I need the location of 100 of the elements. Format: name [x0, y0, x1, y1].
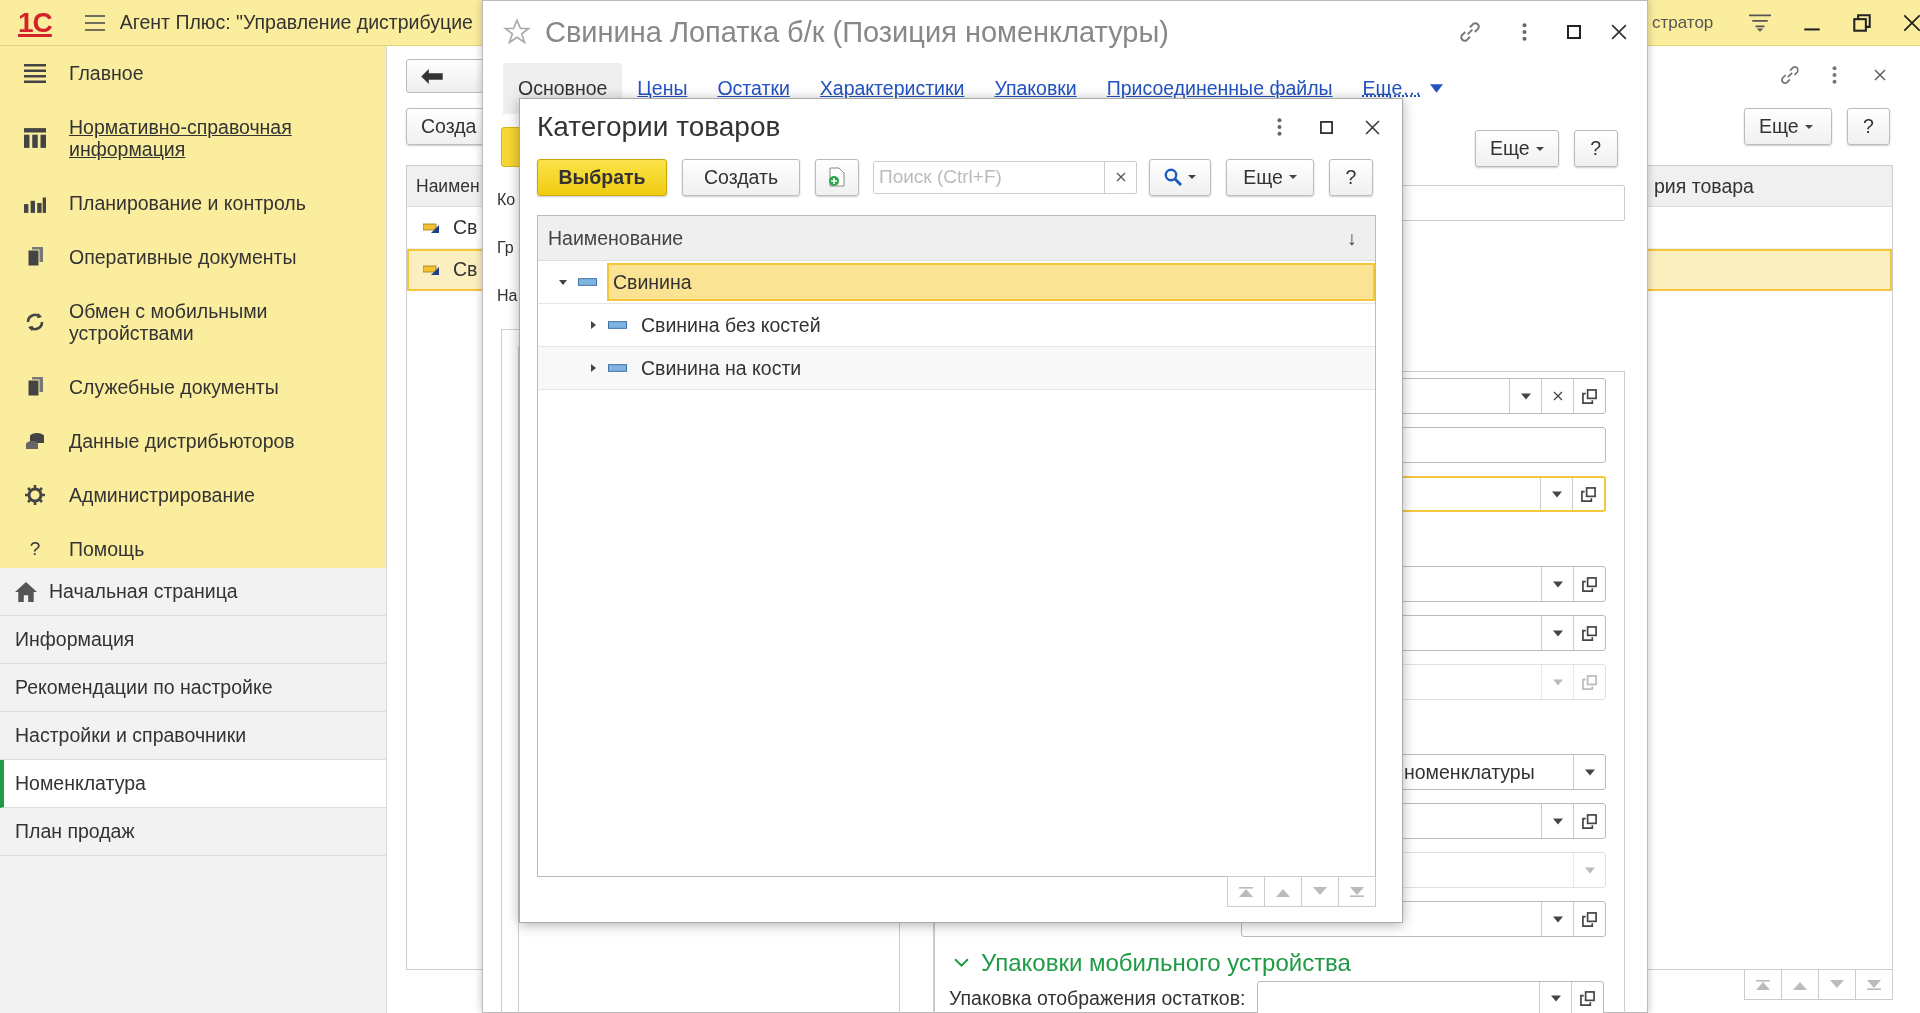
home-icon: [15, 581, 37, 602]
create-button[interactable]: Создать: [682, 158, 800, 196]
nav-item[interactable]: План продаж: [0, 808, 386, 856]
maximize-icon[interactable]: [1567, 25, 1581, 39]
search-field[interactable]: Поиск (Ctrl+F): [873, 160, 1137, 194]
nav-item[interactable]: Информация: [0, 616, 386, 664]
restore-icon[interactable]: [1853, 14, 1872, 32]
menu-icon: [24, 63, 46, 83]
down-arrow-icon: [1830, 979, 1844, 990]
up-arrow-icon: [1239, 886, 1253, 897]
caret-icon: [1552, 629, 1563, 637]
open-window-icon: [1582, 911, 1597, 927]
settings-icon: [24, 485, 46, 505]
tree-cell: Свинина: [607, 263, 1375, 301]
open-window-icon: [1582, 625, 1597, 641]
close-icon[interactable]: [1365, 119, 1380, 135]
add-document-icon: [828, 167, 846, 187]
open-window-icon: [1582, 388, 1597, 404]
link-icon[interactable]: [1458, 20, 1482, 44]
star-icon[interactable]: [503, 18, 531, 46]
app-logo: 1С: [18, 6, 52, 39]
more-button[interactable]: Еще: [1744, 108, 1832, 145]
section-item[interactable]: Администрирование: [0, 468, 386, 522]
section-item[interactable]: Планирование и контроль: [0, 176, 386, 230]
nav-item[interactable]: Начальная страница: [0, 568, 386, 616]
close-icon: [1115, 172, 1126, 182]
open-window-icon: [1581, 486, 1596, 502]
tree-cell-text: Свинина без костей: [640, 312, 822, 338]
open-window-icon: [1580, 990, 1596, 1006]
open-window-icon: [1582, 813, 1597, 829]
caret-icon: [1520, 392, 1531, 400]
nav-item[interactable]: Рекомендации по настройке: [0, 664, 386, 712]
down-arrow-icon: [1867, 979, 1881, 990]
caret-icon: [1551, 490, 1562, 498]
select-button[interactable]: Выбрать: [537, 158, 667, 196]
more-icon[interactable]: [1832, 66, 1837, 84]
caret-icon[interactable]: [1429, 83, 1443, 93]
group-icon: [578, 278, 597, 286]
open-window-icon: [1582, 674, 1597, 690]
dropdown-field[interactable]: [1257, 981, 1605, 1013]
sync-icon: [24, 312, 46, 332]
field-label: Гр: [497, 239, 515, 257]
help-button[interactable]: ?: [1329, 158, 1373, 196]
menu-icon[interactable]: [83, 14, 106, 31]
caret-icon: [1552, 580, 1563, 588]
close-icon[interactable]: [1611, 24, 1627, 40]
sort-indicator[interactable]: ↓: [1347, 226, 1357, 250]
tree-row[interactable]: Свинина: [538, 261, 1375, 304]
user-name: стратор: [1652, 13, 1714, 33]
column-header[interactable]: Наименование: [548, 226, 684, 250]
chevron-icon[interactable]: [954, 958, 969, 968]
tree-cell-text: Свинина на кости: [640, 355, 803, 381]
expand-icon[interactable]: [589, 364, 597, 372]
help-icon: ?: [24, 538, 46, 560]
caret-icon: [1552, 915, 1563, 923]
section-item[interactable]: Главное: [0, 46, 386, 100]
add-button[interactable]: [815, 158, 859, 196]
close-icon[interactable]: [1874, 69, 1886, 81]
more-icon[interactable]: [1277, 118, 1282, 136]
more-icon[interactable]: [1522, 23, 1527, 41]
caret-icon: [1535, 146, 1544, 151]
caret-icon: [1288, 175, 1297, 179]
collapse-icon[interactable]: [559, 278, 567, 286]
more-button[interactable]: Еще: [1226, 158, 1314, 196]
field-label: На: [497, 287, 518, 305]
help-button[interactable]: ?: [1847, 108, 1890, 145]
down-arrow-icon: [1350, 886, 1364, 897]
left-arrow-icon: [421, 68, 443, 84]
column-header: Наимен: [416, 176, 480, 197]
up-arrow-icon: [1756, 979, 1770, 990]
group-icon: [608, 364, 627, 372]
item-icon: [423, 222, 439, 233]
help-button[interactable]: ?: [1573, 130, 1618, 167]
nav-item[interactable]: Номенклатура: [0, 760, 386, 808]
maximize-icon[interactable]: [1320, 120, 1333, 134]
section-item[interactable]: Обмен с мобильными устройствами: [0, 284, 386, 360]
open-window-icon: [1582, 576, 1597, 592]
caret-icon: [1584, 768, 1595, 776]
link-icon[interactable]: [1779, 64, 1801, 86]
caret-icon: [1804, 124, 1813, 129]
down-arrow-icon: [1313, 886, 1327, 897]
search-button[interactable]: [1149, 158, 1211, 196]
close-icon[interactable]: [1903, 14, 1920, 32]
section-item[interactable]: Оперативные документы: [0, 230, 386, 284]
expand-icon[interactable]: [589, 321, 597, 329]
section-item[interactable]: Служебные документы: [0, 360, 386, 414]
back-button[interactable]: [406, 59, 484, 93]
filter-icon[interactable]: [1749, 14, 1772, 32]
dialog-title: Категории товаров: [537, 111, 781, 143]
coins-icon: [24, 431, 46, 451]
field-label: Упаковка отображения остатков:: [949, 986, 1246, 1010]
section-title[interactable]: Упаковки мобильного устройства: [981, 949, 1351, 977]
field-value: номенклатуры: [1404, 760, 1535, 784]
columns-icon: [24, 128, 46, 148]
tree-row[interactable]: Свинина на кости: [538, 347, 1375, 390]
caret-icon: [1552, 678, 1563, 686]
section-item[interactable]: Нормативно-справочная информация: [0, 100, 386, 176]
more-button[interactable]: Еще: [1475, 130, 1559, 167]
section-item[interactable]: Данные дистрибьюторов: [0, 414, 386, 468]
field-label: Ко: [497, 191, 517, 209]
